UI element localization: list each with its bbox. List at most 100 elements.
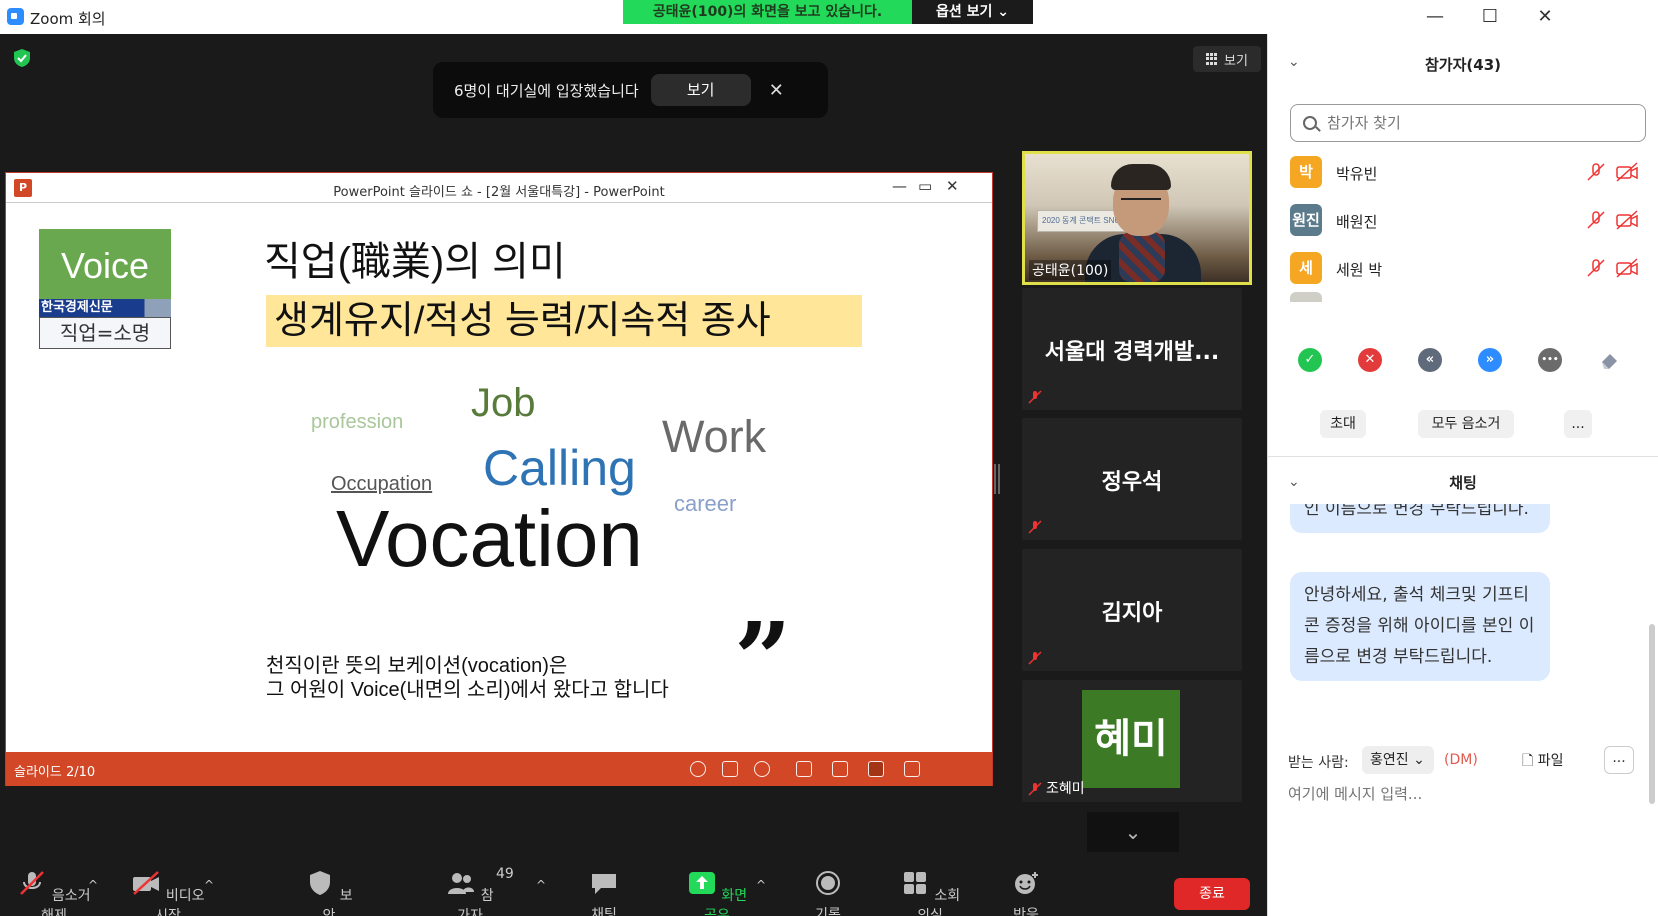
window-title: Zoom 회의 [30, 10, 106, 28]
video-tile-active-speaker[interactable]: 2020 동계 콘택트 SNU 공태윤(100) [1022, 151, 1252, 285]
minimize-button[interactable]: — [1420, 4, 1450, 30]
end-meeting-button[interactable]: 종료 [1174, 878, 1250, 910]
chat-messages: 인 이름으로 변경 부탁드립니다. 안녕하세요, 출석 체크및 기프티콘 증정을… [1268, 504, 1658, 766]
mute-all-button[interactable]: 모두 음소거 [1418, 410, 1514, 438]
chat-button[interactable]: 채팅 [582, 870, 626, 916]
voice-motto: 직업=소명 [39, 317, 171, 349]
go-slower-icon[interactable]: « [1418, 348, 1442, 372]
slide-menu-icon[interactable] [722, 761, 738, 777]
encryption-shield-icon[interactable] [12, 48, 32, 68]
participant-row[interactable]: 세 세원 박 [1290, 248, 1646, 288]
quote-mark-icon: ” [734, 600, 792, 718]
nonverbal-feedback-bar: ✓ ✕ « » ••• [1268, 348, 1658, 378]
participant-row[interactable]: 원진 배원진 [1290, 200, 1646, 240]
word-career: career [674, 491, 737, 516]
chat-title: 채팅 [1449, 474, 1477, 492]
file-label: 파일 [1537, 753, 1564, 769]
no-x-icon[interactable]: ✕ [1358, 348, 1382, 372]
view-options-button[interactable]: 옵션 보기 ⌄ [912, 0, 1033, 24]
ppt-restore-icon[interactable]: ▭ [918, 177, 932, 195]
video-tile[interactable]: 김지아 [1022, 549, 1242, 671]
video-tile[interactable]: 서울대 경력개발... [1022, 288, 1242, 410]
previous-slide-icon[interactable] [690, 761, 706, 777]
video-off-icon [1616, 162, 1638, 182]
panel-splitter-handle[interactable] [994, 464, 1000, 494]
start-video-button[interactable]: 비디오 시작 [128, 870, 208, 916]
muted-mic-icon [20, 871, 45, 895]
avatar [1290, 292, 1322, 302]
unmute-button[interactable]: 음소거 해제 [14, 870, 94, 916]
clear-eraser-icon[interactable] [1598, 348, 1622, 372]
slide-sorter-icon[interactable] [832, 761, 848, 777]
share-screen-button[interactable]: 화면 공유 [680, 870, 754, 916]
dm-badge: (DM) [1444, 752, 1478, 768]
participants-button[interactable]: 참가자 [440, 870, 500, 916]
zoom-logo-icon [7, 8, 24, 25]
search-icon [1303, 116, 1317, 130]
video-tile[interactable]: 혜미 조혜미 [1022, 680, 1242, 802]
normal-view-icon[interactable] [796, 761, 812, 777]
tile-name: 서울대 경력개발... [1044, 340, 1220, 365]
go-faster-icon[interactable]: » [1478, 348, 1502, 372]
share-options-caret[interactable]: ^ [756, 878, 766, 892]
file-icon: 🗋 [1522, 753, 1534, 769]
record-button[interactable]: 기록 [806, 870, 850, 916]
maximize-button[interactable]: ☐ [1475, 4, 1505, 30]
muted-mic-icon [1028, 390, 1042, 404]
muted-mic-icon [1587, 163, 1605, 181]
participant-row[interactable]: 박 박유빈 [1290, 152, 1646, 192]
file-button[interactable]: 🗋 파일 [1522, 750, 1563, 774]
muted-mic-icon [1587, 259, 1605, 277]
grid-icon [1206, 53, 1218, 65]
chat-scrollbar[interactable] [1649, 624, 1655, 804]
meeting-toolbar: 음소거 해제 ^ 비디오 시작 ^ 보안 참가자 49 ^ 채팅 화면 공유 ^… [0, 862, 1267, 916]
gallery-scroll-down-button[interactable]: ⌄ [1087, 812, 1179, 852]
word-calling: Calling [483, 440, 636, 496]
tile-name: 조혜미 [1046, 781, 1085, 797]
slide-canvas: Voice 한국경제신문 직업=소명 직업(職業)의 의미 생계유지/적성 능력… [6, 203, 992, 752]
newspaper-name: 한국경제신문 [39, 299, 171, 317]
reactions-button[interactable]: 반응 [1004, 870, 1048, 916]
security-button[interactable]: 보안 [304, 870, 354, 916]
close-window-button[interactable]: ✕ [1530, 4, 1560, 30]
avatar: 세 [1290, 252, 1322, 284]
chat-message-input[interactable] [1288, 782, 1638, 806]
recipient-label: 받는 사람: [1288, 755, 1349, 771]
word-profession: profession [311, 411, 404, 433]
chat-message: 안녕하세요, 출석 체크및 기프티콘 증정을 위해 아이디를 본인 이름으로 변… [1290, 572, 1550, 681]
participant-search[interactable] [1290, 104, 1646, 142]
next-slide-icon[interactable] [754, 761, 770, 777]
avatar: 혜미 [1082, 690, 1180, 788]
ppt-close-icon[interactable]: ✕ [946, 177, 959, 195]
participants-icon [448, 873, 475, 894]
close-icon[interactable]: ✕ [769, 80, 784, 101]
more-reactions-icon[interactable]: ••• [1538, 348, 1562, 372]
participants-more-button[interactable]: ... [1564, 410, 1592, 438]
video-tile[interactable]: 정우석 [1022, 418, 1242, 540]
chat-more-button[interactable]: ... [1604, 746, 1634, 774]
reading-view-icon[interactable] [868, 761, 884, 777]
ppt-minimize-icon[interactable]: — [892, 177, 907, 195]
waiting-room-message: 6명이 대기실에 입장했습니다 [454, 81, 639, 100]
powerpoint-window-title: PowerPoint 슬라이드 쇼 - [2월 서울대특강] - PowerPo… [333, 185, 665, 200]
invite-button[interactable]: 초대 [1320, 410, 1366, 438]
view-layout-button[interactable]: 보기 [1193, 46, 1261, 72]
audio-options-caret[interactable]: ^ [88, 878, 98, 892]
participants-options-caret[interactable]: ^ [536, 878, 546, 892]
slide-number: 슬라이드 2/10 [14, 765, 96, 780]
word-job: Job [471, 381, 536, 425]
powerpoint-titlebar: P PowerPoint 슬라이드 쇼 - [2월 서울대특강] - Power… [6, 173, 992, 203]
video-options-caret[interactable]: ^ [204, 878, 214, 892]
share-screen-icon [688, 872, 715, 894]
participant-search-input[interactable] [1327, 111, 1627, 135]
reactions-label: 반응 [1013, 907, 1039, 916]
unmute-label: 음소거 해제 [41, 888, 91, 916]
recipient-select[interactable]: 홍연진 ⌄ [1362, 746, 1434, 774]
word-work: Work [662, 411, 767, 462]
breakout-rooms-button[interactable]: 소회의실 [896, 870, 964, 916]
waiting-room-view-button[interactable]: 보기 [650, 74, 751, 106]
avatar: 원진 [1290, 204, 1322, 236]
slideshow-view-icon[interactable] [904, 761, 920, 777]
yes-check-icon[interactable]: ✓ [1298, 348, 1322, 372]
chat-label: 채팅 [591, 907, 617, 916]
